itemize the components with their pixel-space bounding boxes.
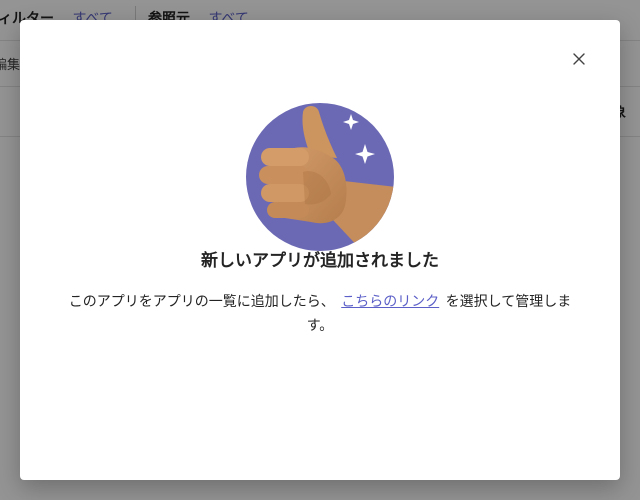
app-window: ィルター すべて 参照元 すべて 編集 象 [0,0,640,500]
dialog-title: 新しいアプリが追加されました [201,251,439,271]
thumbs-up-icon [246,103,394,251]
app-added-dialog: 新しいアプリが追加されました このアプリをアプリの一覧に追加したら、 こちらのリ… [20,20,620,480]
dialog-message: このアプリをアプリの一覧に追加したら、 こちらのリンク を選択して管理します。 [64,290,576,338]
thumbs-up-illustration [245,102,395,252]
close-icon [573,53,585,65]
message-text-before: このアプリをアプリの一覧に追加したら、 [68,294,335,310]
close-button[interactable] [568,48,590,70]
manage-link[interactable]: こちらのリンク [341,294,439,310]
